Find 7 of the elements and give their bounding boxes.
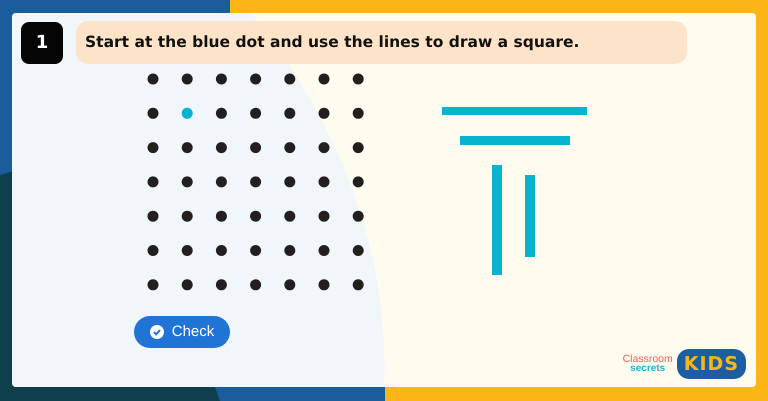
question-number-badge: 1 bbox=[21, 22, 63, 64]
logo-brand-subtext: secrets bbox=[630, 364, 666, 374]
logo-badge: KIDS bbox=[676, 348, 746, 379]
check-button[interactable]: Check bbox=[134, 316, 230, 348]
logo-brand-text: Classroom bbox=[622, 354, 673, 364]
question-text: Start at the blue dot and use the lines to draw a square. bbox=[76, 21, 687, 64]
check-circle-icon bbox=[150, 325, 164, 339]
